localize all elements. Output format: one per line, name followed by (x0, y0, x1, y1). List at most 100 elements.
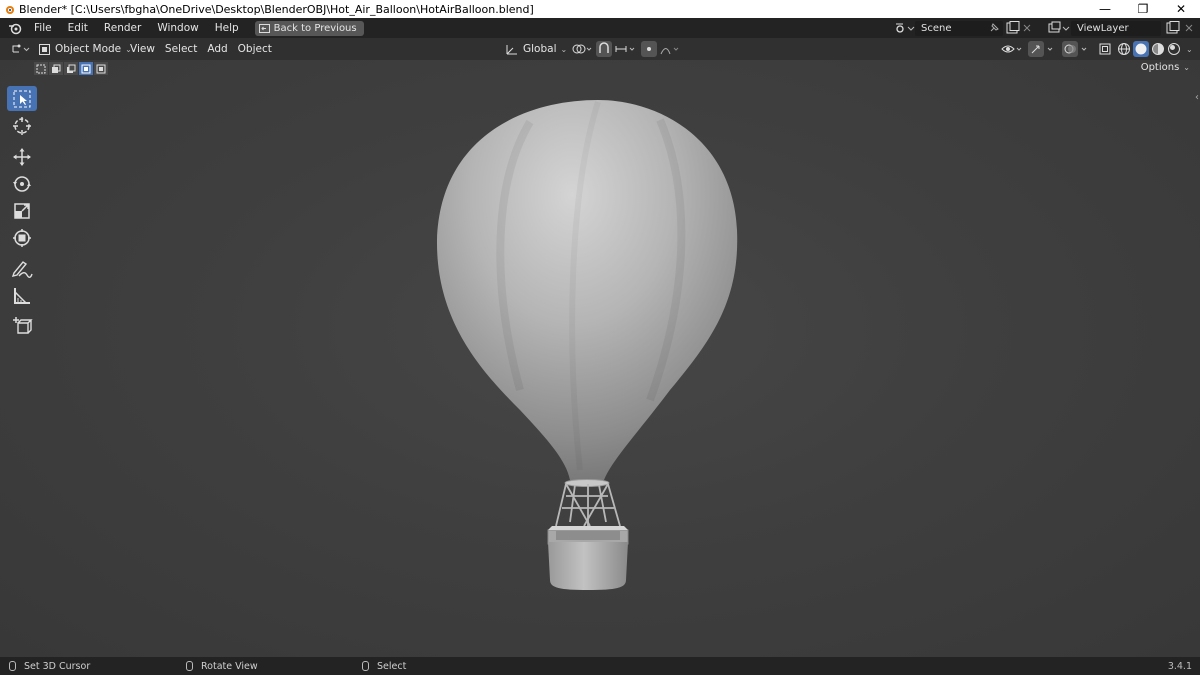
orientation-icon (506, 44, 517, 54)
rotate-tool[interactable] (7, 171, 37, 196)
orientation-label: Global (523, 43, 557, 55)
menu-help[interactable]: Help (207, 18, 247, 38)
select-box-tool[interactable] (7, 86, 37, 111)
annotate-tool[interactable] (7, 256, 37, 281)
menu-file[interactable]: File (26, 18, 60, 38)
maximize-button[interactable]: ❐ (1124, 0, 1162, 18)
selection-mode-buttons (34, 62, 108, 75)
snap-toggle[interactable] (596, 38, 612, 60)
scale-icon (14, 202, 30, 219)
pivot-point-dropdown[interactable] (571, 38, 595, 60)
blender-logo-icon (6, 6, 14, 14)
falloff-curve-icon (660, 47, 679, 55)
material-shading-icon[interactable] (1151, 42, 1165, 56)
overlays-icon (1062, 41, 1087, 57)
pivot-point-icon (572, 44, 592, 54)
viewport-header: Object Mode ⌄ View Select Add Object Glo… (0, 38, 1200, 60)
cursor-tool[interactable] (7, 113, 37, 138)
right-mouse-icon (362, 661, 369, 671)
visibility-dropdown[interactable] (1000, 38, 1026, 60)
new-scene-icon[interactable] (1005, 21, 1021, 35)
scale-tool[interactable] (7, 198, 37, 223)
close-button[interactable]: ✕ (1162, 0, 1200, 18)
gizmos-dropdown[interactable] (1028, 38, 1056, 60)
measure-ruler-icon (14, 287, 30, 304)
status-left-click: Set 3D Cursor (9, 657, 90, 675)
left-mouse-icon (9, 661, 16, 671)
menu-edit[interactable]: Edit (60, 18, 96, 38)
proportional-editing-toggle[interactable] (641, 38, 657, 60)
chevron-down-icon: ⌄ (1183, 63, 1190, 72)
3d-cursor-icon (13, 116, 31, 135)
move-icon (13, 147, 31, 166)
blender-menu-icon[interactable] (8, 21, 22, 35)
overlays-dropdown[interactable] (1062, 38, 1090, 60)
hot-air-balloon-model (436, 100, 738, 590)
screen-back-icon (258, 23, 270, 33)
snap-target-dropdown[interactable] (614, 38, 638, 60)
transform-icon (13, 228, 31, 247)
tool-shelf (7, 86, 39, 341)
select-subtract-icon[interactable] (64, 62, 78, 75)
view-layer-name: ViewLayer (1077, 22, 1129, 34)
menu-add[interactable]: Add (207, 39, 237, 59)
select-intersect-icon[interactable] (94, 62, 108, 75)
menu-select[interactable]: Select (165, 39, 207, 59)
menu-object[interactable]: Object (238, 39, 272, 59)
annotate-pencil-icon (11, 260, 33, 278)
select-new-icon[interactable] (34, 62, 48, 75)
3d-viewport[interactable] (0, 60, 1200, 657)
select-box-icon (13, 90, 31, 107)
new-view-layer-icon[interactable] (1165, 21, 1183, 35)
chevron-down-icon: ⌄ (560, 44, 568, 54)
back-to-previous-button[interactable]: Back to Previous (254, 20, 364, 36)
scene-icon[interactable] (893, 21, 915, 35)
gizmo-icon (1028, 41, 1053, 57)
xray-toggle[interactable] (1098, 38, 1112, 60)
snap-icon (596, 41, 612, 57)
editor-type-icon (12, 44, 30, 53)
rendered-shading-icon[interactable] (1167, 42, 1181, 56)
menu-window[interactable]: Window (149, 18, 206, 38)
sidebar-toggle-chevron-icon[interactable]: ‹ (1195, 92, 1199, 103)
status-left-click-label: Set 3D Cursor (24, 660, 91, 672)
xray-icon (1099, 43, 1111, 55)
scene-selector: Scene (893, 18, 1033, 38)
measure-tool[interactable] (7, 283, 37, 308)
blender-version: 3.4.1 (1167, 660, 1192, 672)
view-layer-field[interactable]: ViewLayer (1071, 20, 1161, 36)
delete-scene-icon[interactable] (1021, 21, 1033, 35)
back-to-previous-label: Back to Previous (273, 22, 357, 34)
status-right-click: Select (362, 657, 406, 675)
add-cube-tool[interactable] (7, 314, 37, 339)
snap-increment-icon (615, 46, 635, 52)
transform-orientation-dropdown[interactable]: Global ⌄ (505, 38, 567, 60)
options-dropdown[interactable]: Options ⌄ (1141, 62, 1190, 73)
select-invert-icon[interactable] (79, 62, 93, 75)
solid-shading-icon[interactable] (1133, 41, 1149, 57)
mode-dropdown[interactable]: Object Mode ⌄ (38, 38, 132, 60)
window-titlebar: Blender* [C:\Users\fbgha\OneDrive\Deskto… (0, 0, 1200, 18)
delete-view-layer-icon[interactable] (1183, 21, 1195, 35)
status-middle-click-label: Rotate View (201, 660, 258, 672)
status-bar: Set 3D Cursor Rotate View Select 3.4.1 (0, 657, 1200, 675)
shading-modes: ⌄ (1117, 38, 1193, 60)
add-cube-icon (13, 316, 33, 334)
menu-render[interactable]: Render (96, 18, 149, 38)
wireframe-shading-icon[interactable] (1117, 42, 1131, 56)
window-title: Blender* [C:\Users\fbgha\OneDrive\Deskto… (19, 2, 534, 16)
menu-view[interactable]: View (130, 39, 165, 59)
select-extend-icon[interactable] (49, 62, 63, 75)
transform-tool[interactable] (7, 225, 37, 250)
falloff-dropdown[interactable] (660, 38, 682, 60)
eye-icon (1001, 45, 1022, 53)
status-right-click-label: Select (377, 660, 407, 672)
move-tool[interactable] (7, 144, 37, 169)
object-mode-icon (39, 43, 50, 55)
pin-icon[interactable] (987, 21, 1001, 35)
editor-type-dropdown[interactable] (10, 38, 32, 60)
status-middle-click: Rotate View (186, 657, 258, 675)
view-layer-icon[interactable] (1047, 21, 1071, 35)
shading-options-chevron-icon[interactable]: ⌄ (1186, 45, 1193, 54)
minimize-button[interactable]: — (1086, 0, 1124, 18)
